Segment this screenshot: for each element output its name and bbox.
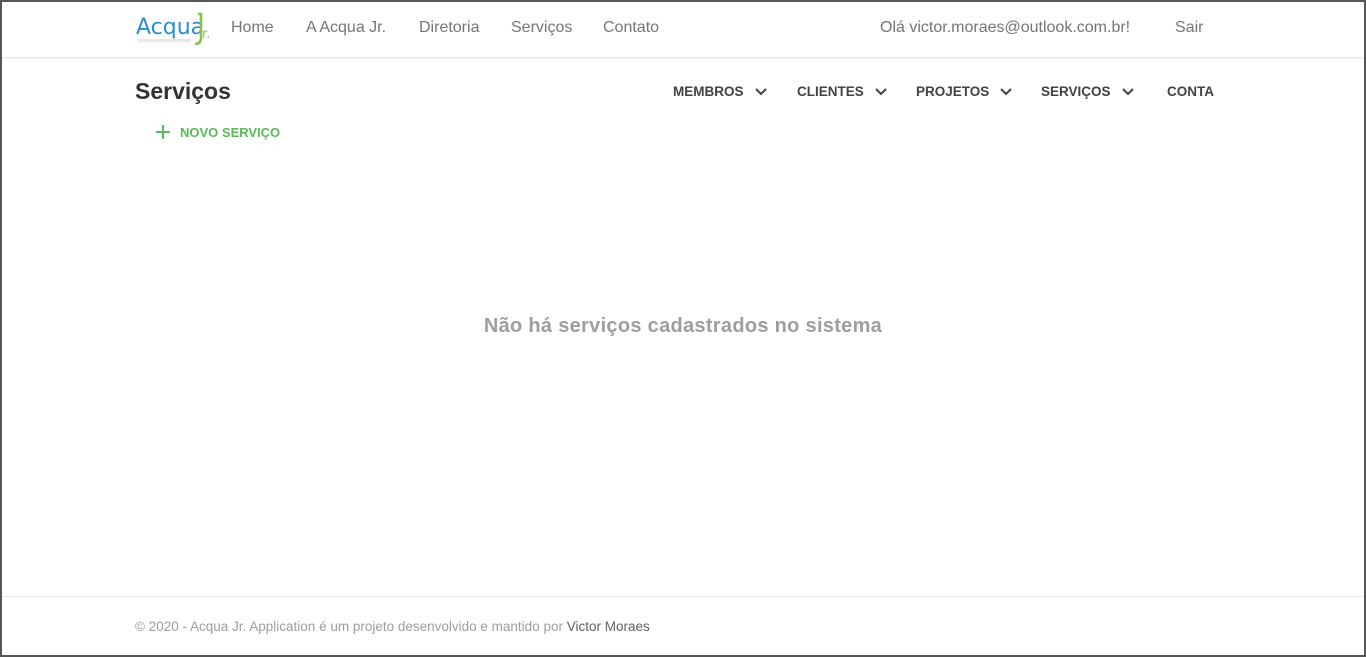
- projects-label: PROJETOS: [916, 84, 990, 99]
- page-title: Serviços: [135, 78, 231, 104]
- chevron-down-icon: [754, 87, 767, 95]
- svg-text:r.: r.: [202, 27, 210, 42]
- svg-text:Acqua: Acqua: [136, 15, 204, 40]
- account-link[interactable]: CONTA: [1167, 84, 1214, 99]
- new-service-label: NOVO SERVIÇO: [180, 124, 281, 140]
- nav-contact[interactable]: Contato: [603, 19, 659, 37]
- empty-state-message: Não há serviços cadastrados no sistema: [483, 315, 883, 337]
- logout-link[interactable]: Sair: [1175, 19, 1203, 37]
- footer-text: © 2020 - Acqua Jr. Application é um proj…: [135, 619, 650, 634]
- clients-label: CLIENTES: [797, 84, 864, 99]
- chevron-down-icon: [1121, 87, 1134, 95]
- nav-services[interactable]: Serviços: [511, 19, 572, 37]
- acqua-jr-logo[interactable]: Acqua r.: [135, 10, 215, 50]
- account-label: CONTA: [1167, 84, 1214, 99]
- footer-copyright: © 2020 - Acqua Jr. Application é um proj…: [135, 619, 567, 634]
- footer-author[interactable]: Victor Moraes: [567, 619, 650, 634]
- services-dropdown[interactable]: SERVIÇOS: [1041, 84, 1135, 99]
- chevron-down-icon: [875, 87, 887, 95]
- members-label: MEMBROS: [673, 84, 744, 99]
- clients-dropdown[interactable]: CLIENTES: [797, 84, 888, 99]
- chevron-down-icon: [1000, 87, 1012, 95]
- nav-board[interactable]: Diretoria: [419, 19, 479, 37]
- nav-home[interactable]: Home: [231, 19, 274, 37]
- footer: © 2020 - Acqua Jr. Application é um proj…: [2, 596, 1364, 655]
- projects-dropdown[interactable]: PROJETOS: [916, 84, 1013, 99]
- new-service-button[interactable]: NOVO SERVIÇO: [155, 122, 280, 142]
- top-navbar: Acqua r. Home A Acqua Jr. Diretoria Serv…: [2, 2, 1364, 58]
- user-greeting: Olá victor.moraes@outlook.com.br!: [880, 19, 1131, 36]
- members-dropdown[interactable]: MEMBROS: [673, 84, 768, 99]
- app-window: Acqua r. Home A Acqua Jr. Diretoria Serv…: [0, 0, 1366, 657]
- plus-icon: [156, 125, 170, 139]
- services-label: SERVIÇOS: [1041, 84, 1111, 99]
- nav-about[interactable]: A Acqua Jr.: [306, 19, 386, 37]
